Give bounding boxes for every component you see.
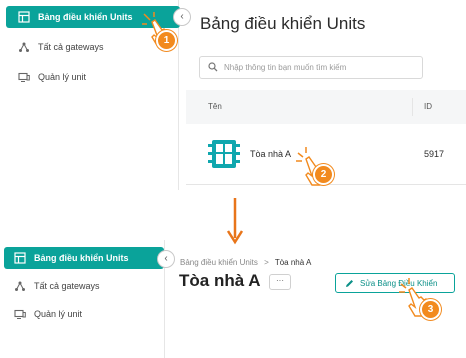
column-header-name[interactable]: Tên xyxy=(208,102,222,111)
step-marker-2: 2 xyxy=(313,164,334,185)
page-title: Tòa nhà A xyxy=(179,271,261,290)
unit-icon xyxy=(18,71,30,83)
search-placeholder: Nhập thông tin bạn muốn tìm kiếm xyxy=(224,63,347,72)
down-arrow-icon xyxy=(225,196,245,251)
sidebar-item-label: Bảng điều khiển Units xyxy=(38,12,133,22)
unit-name-link[interactable]: Tòa nhà A xyxy=(250,149,291,159)
search-input[interactable]: Nhập thông tin bạn muốn tìm kiếm xyxy=(199,56,423,79)
dashboard-icon xyxy=(14,252,26,264)
sidebar-item-unit-management[interactable]: Quản lý unit xyxy=(4,303,164,325)
page-title: Bảng điều khiển Units xyxy=(200,14,366,33)
building-icon xyxy=(208,138,240,172)
pencil-icon xyxy=(345,279,354,288)
search-icon xyxy=(208,62,218,74)
sidebar-item-gateways[interactable]: Tất cả gateways xyxy=(4,275,164,297)
sidebar-item-label: Bảng điều khiển Units xyxy=(34,253,129,263)
panel-2-sidebar: Bảng điều khiển Units Tất cả gateways Qu… xyxy=(0,240,165,358)
sidebar-item-label: Tất cả gateways xyxy=(38,42,104,52)
breadcrumb-parent[interactable]: Bảng điều khiển Units xyxy=(180,258,258,267)
breadcrumb-separator: > xyxy=(264,258,269,267)
sidebar-item-label: Tất cả gateways xyxy=(34,281,100,291)
sidebar-item-label: Quản lý unit xyxy=(38,72,87,82)
step-marker-3: 3 xyxy=(420,299,441,320)
breadcrumb: Bảng điều khiển Units > Tòa nhà A xyxy=(180,258,311,267)
dashboard-icon xyxy=(18,11,30,23)
step-marker-1: 1 xyxy=(156,30,177,51)
gateway-icon xyxy=(18,41,30,53)
table-header: Tên ID xyxy=(186,90,466,124)
sidebar-item-unit-management[interactable]: Quản lý unit xyxy=(6,66,180,88)
collapse-sidebar-button[interactable]: ‹ xyxy=(157,250,175,268)
more-options-button[interactable]: ··· xyxy=(269,274,291,290)
unit-icon xyxy=(14,308,26,320)
column-header-id[interactable]: ID xyxy=(424,102,432,111)
unit-id: 5917 xyxy=(424,149,445,159)
sidebar-item-label: Quản lý unit xyxy=(34,309,83,319)
sidebar-item-dashboard[interactable]: Bảng điều khiển Units xyxy=(4,247,164,269)
breadcrumb-current: Tòa nhà A xyxy=(274,258,312,267)
gateway-icon xyxy=(14,280,26,292)
column-divider xyxy=(412,98,413,116)
